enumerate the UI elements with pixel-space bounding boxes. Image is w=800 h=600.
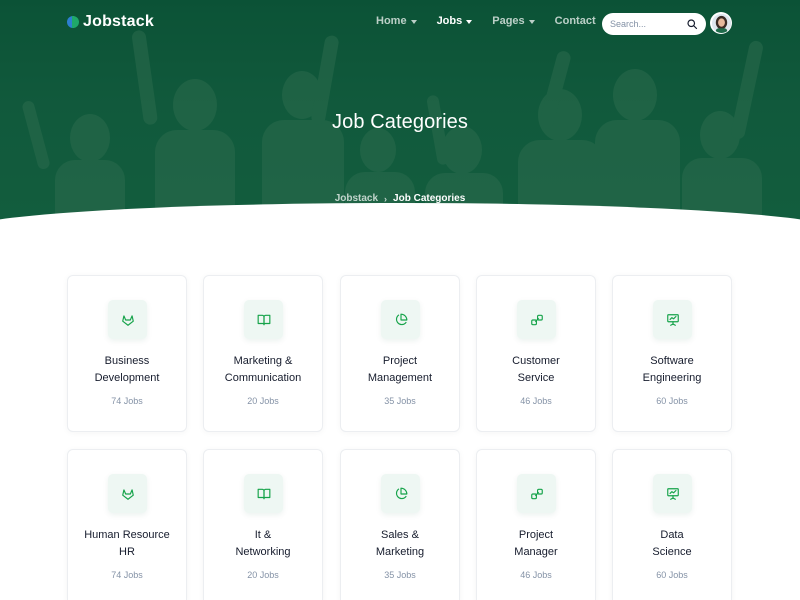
category-icon-box [381, 300, 420, 339]
chevron-down-icon [528, 19, 535, 24]
gitlab-icon [121, 488, 134, 500]
category-icon-box [517, 300, 556, 339]
category-icon-box [517, 474, 556, 513]
logo-text: Jobstack [83, 13, 154, 30]
pie-chart-icon [395, 313, 407, 325]
category-title: Software Engineering [642, 355, 702, 384]
link-icon [530, 488, 543, 499]
nav-pages-label: Pages [492, 15, 525, 27]
chevron-down-icon [466, 19, 473, 24]
category-title: Customer Service [512, 355, 560, 384]
logo-icon [67, 15, 79, 29]
gitlab-icon [121, 314, 134, 326]
nav-home[interactable]: Home [376, 15, 417, 27]
category-card[interactable]: Project Manager 46 Jobs [476, 449, 596, 600]
presentation-icon [666, 313, 679, 326]
logo[interactable]: Jobstack [67, 13, 154, 31]
book-open-icon [257, 488, 270, 499]
search-input[interactable] [610, 19, 686, 29]
user-avatar[interactable] [710, 12, 732, 34]
category-job-count: 74 Jobs [111, 570, 143, 580]
category-card[interactable]: Project Management 35 Jobs [340, 275, 460, 432]
book-open-icon [257, 314, 270, 325]
category-card[interactable]: Sales & Marketing 35 Jobs [340, 449, 460, 600]
category-icon-box [381, 474, 420, 513]
nav-pages[interactable]: Pages [492, 15, 535, 27]
category-card[interactable]: Human Resource HR 74 Jobs [67, 449, 187, 600]
category-job-count: 60 Jobs [656, 396, 688, 406]
presentation-icon [666, 487, 679, 500]
category-card[interactable]: Software Engineering 60 Jobs [612, 275, 732, 432]
page-title: Job Categories [332, 111, 468, 133]
category-job-count: 20 Jobs [247, 570, 279, 580]
nav-contact-label: Contact [554, 15, 596, 27]
category-card[interactable]: Customer Service 46 Jobs [476, 275, 596, 432]
nav-jobs-label: Jobs [436, 15, 463, 27]
category-title: Human Resource HR [84, 529, 170, 558]
category-card[interactable]: It & Networking 20 Jobs [203, 449, 323, 600]
search-icon[interactable] [686, 18, 698, 30]
category-title: It & Networking [235, 529, 291, 558]
search-box [602, 13, 706, 35]
category-icon-box [244, 474, 283, 513]
category-icon-box [244, 300, 283, 339]
breadcrumb-separator: › [384, 193, 388, 204]
category-title: Marketing & Communication [224, 355, 302, 384]
category-card[interactable]: Marketing & Communication 20 Jobs [203, 275, 323, 432]
nav-contact[interactable]: Contact [555, 15, 596, 27]
category-icon-box [653, 300, 692, 339]
category-job-count: 46 Jobs [520, 396, 552, 406]
category-icon-box [108, 300, 147, 339]
category-job-count: 74 Jobs [111, 396, 143, 406]
category-job-count: 46 Jobs [520, 570, 552, 580]
navbar: Jobstack Home Jobs Pages Contact [0, 0, 800, 46]
category-title: Sales & Marketing [375, 529, 425, 558]
nav-jobs[interactable]: Jobs [437, 15, 473, 27]
category-title: Project Management [367, 355, 433, 384]
avatar-image [711, 13, 731, 34]
link-icon [530, 314, 543, 325]
category-title: Business Development [94, 355, 160, 384]
category-job-count: 35 Jobs [384, 396, 416, 406]
category-job-count: 35 Jobs [384, 570, 416, 580]
pie-chart-icon [395, 487, 407, 499]
category-card[interactable]: Data Science 60 Jobs [612, 449, 732, 600]
main-nav: Home Jobs Pages Contact [376, 15, 616, 27]
nav-home-label: Home [376, 15, 407, 27]
category-icon-box [653, 474, 692, 513]
category-card[interactable]: Business Development 74 Jobs [67, 275, 187, 432]
category-job-count: 60 Jobs [656, 570, 688, 580]
category-icon-box [108, 474, 147, 513]
category-job-count: 20 Jobs [247, 396, 279, 406]
category-title: Project Manager [514, 529, 558, 558]
category-title: Data Science [652, 529, 692, 558]
chevron-down-icon [410, 19, 417, 24]
